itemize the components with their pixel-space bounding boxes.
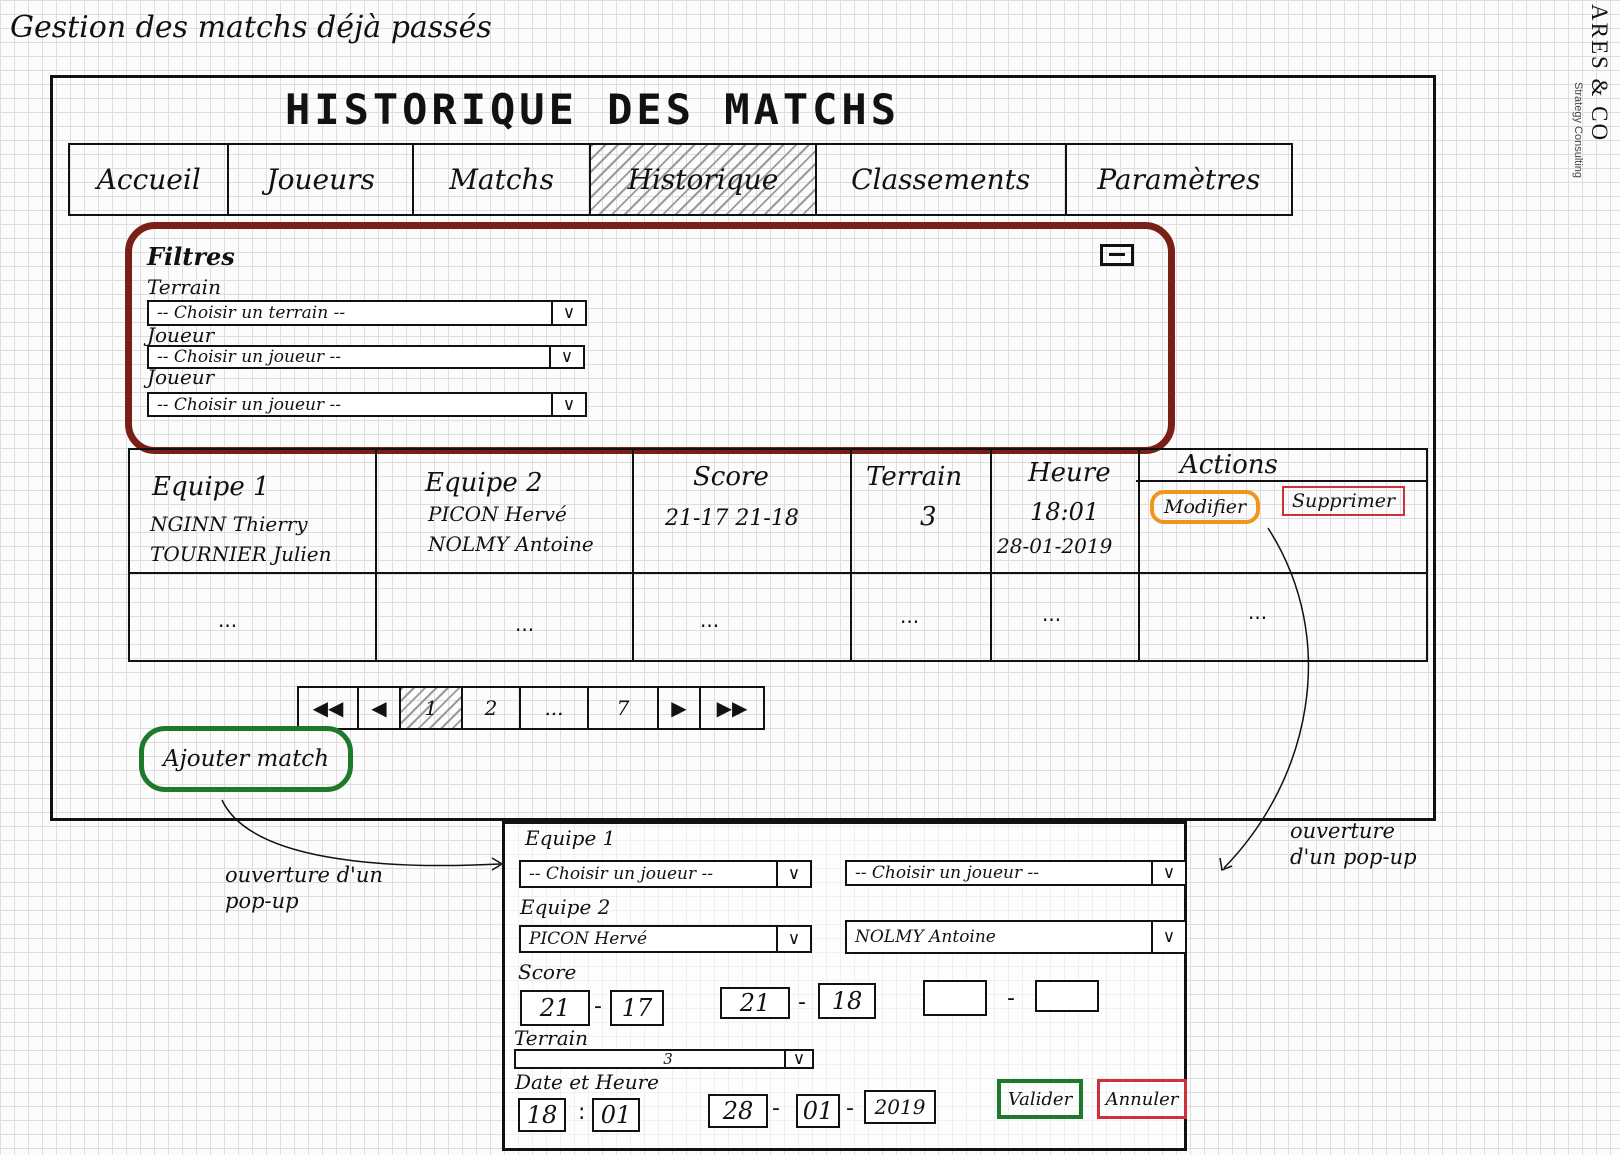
team2-player2-select[interactable]: NOLMY Antoine ∨ <box>845 920 1187 954</box>
arrow-add-to-popup <box>221 799 501 867</box>
chevron-down-icon: ∨ <box>1151 862 1185 884</box>
minute-input[interactable]: 01 <box>592 1098 640 1132</box>
set1-team1-score[interactable]: 21 <box>520 990 590 1026</box>
chevron-down-icon: ∨ <box>784 1051 812 1067</box>
month-input[interactable]: 01 <box>796 1094 840 1128</box>
hour-input[interactable]: 18 <box>518 1098 566 1132</box>
set3-team2-score[interactable] <box>1035 980 1099 1012</box>
team2-player1-select[interactable]: PICON Hervé ∨ <box>519 925 812 953</box>
arrow-modify-to-popup <box>1223 527 1310 869</box>
select-value: -- Choisir un joueur -- <box>855 863 1039 883</box>
note-open-popup-left: ouverture d'un pop-up <box>225 863 383 913</box>
cancel-button[interactable]: Annuler <box>1097 1079 1187 1119</box>
popup-team1-label: Equipe 1 <box>525 826 616 850</box>
time-separator: : <box>578 1100 586 1125</box>
score-separator: - <box>1007 986 1015 1011</box>
set3-team1-score[interactable] <box>923 980 987 1016</box>
popup-score-label: Score <box>518 960 577 984</box>
popup-team2-label: Equipe 2 <box>520 895 611 919</box>
validate-button[interactable]: Valider <box>997 1079 1083 1119</box>
set2-team1-score[interactable]: 21 <box>720 987 790 1019</box>
chevron-down-icon: ∨ <box>776 862 810 886</box>
year-input[interactable]: 2019 <box>864 1090 936 1124</box>
date-separator: - <box>846 1096 854 1121</box>
score-separator: - <box>594 994 602 1019</box>
select-value: 3 <box>663 1050 673 1068</box>
chevron-down-icon: ∨ <box>776 927 810 951</box>
chevron-down-icon: ∨ <box>1151 922 1185 952</box>
select-value: PICON Hervé <box>529 929 648 949</box>
select-value: NOLMY Antoine <box>855 927 996 947</box>
set2-team2-score[interactable]: 18 <box>818 983 876 1019</box>
set1-team2-score[interactable]: 17 <box>610 990 664 1026</box>
terrain-select[interactable]: 3 ∨ <box>514 1049 814 1069</box>
popup-terrain-label: Terrain <box>514 1026 588 1050</box>
score-separator: - <box>798 990 806 1015</box>
team1-player1-select[interactable]: -- Choisir un joueur -- ∨ <box>519 860 812 888</box>
date-separator: - <box>772 1096 780 1121</box>
select-value: -- Choisir un joueur -- <box>529 864 713 884</box>
team1-player2-select[interactable]: -- Choisir un joueur -- ∨ <box>845 860 1187 886</box>
note-open-popup-right: ouverture d'un pop-up <box>1290 819 1417 869</box>
popup-datetime-label: Date et Heure <box>515 1070 659 1094</box>
day-input[interactable]: 28 <box>708 1094 768 1128</box>
